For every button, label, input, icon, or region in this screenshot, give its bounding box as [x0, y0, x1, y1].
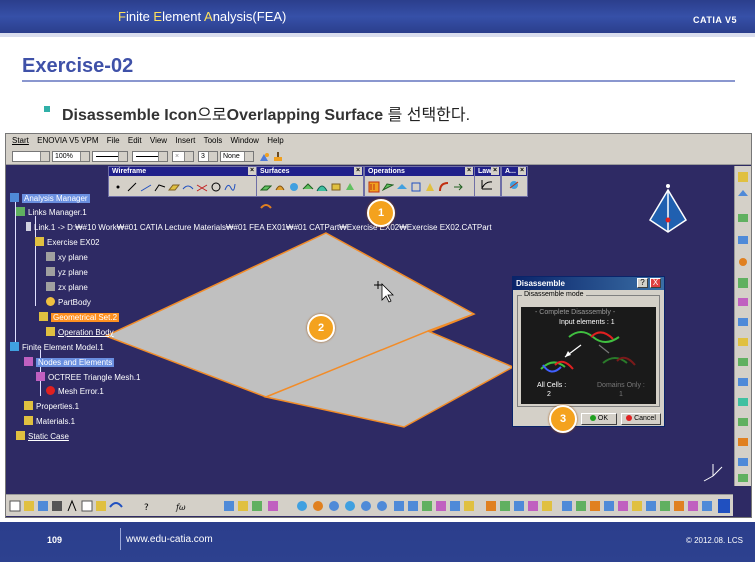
mesh-icon [36, 372, 45, 381]
title-cap-f: F [118, 9, 126, 24]
disassemble-illustration [540, 331, 636, 373]
tree-item-partbody[interactable]: PartBody [46, 297, 91, 308]
brand-label: CATIA V5 [692, 15, 737, 25]
tree-item-static-case[interactable]: Static Case [16, 431, 69, 442]
header-title: Finite Element Analysis(FEA) [118, 9, 286, 24]
instr-bold-2: Overlapping Surface [226, 107, 384, 124]
title-rest-f: inite [125, 9, 154, 24]
right-toolbar-icons [738, 172, 748, 482]
tree-item-fem[interactable]: Finite Element Model.1 [10, 342, 104, 353]
title-cap-e: E [153, 9, 163, 24]
bottom-toolbar-icons: ? fω [9, 499, 730, 513]
callout-1: 1 [367, 199, 395, 227]
header-bar [0, 0, 755, 33]
cancel-button[interactable]: Cancel [621, 413, 661, 425]
title-cap-a: A [204, 9, 213, 24]
geometrical-set-icon [39, 312, 48, 321]
tree-item-links-manager[interactable]: Links Manager.1 [16, 207, 87, 218]
website-link[interactable]: www.edu-catia.com [126, 534, 213, 545]
right-toolbar [734, 166, 751, 486]
mode-group-label: Disassemble mode [522, 291, 586, 298]
tree-item-yz-plane[interactable]: yz plane [46, 267, 88, 278]
error-icon [46, 386, 55, 395]
nodes-icon [24, 357, 33, 366]
all-cells-value: 2 [547, 391, 551, 398]
gear-icon [46, 297, 55, 306]
fem-icon [10, 342, 19, 351]
tree-item-analysis-manager[interactable]: Analysis Manager [10, 193, 90, 204]
copyright-text: © 2012.08. LCS [685, 536, 743, 545]
title-rest-a: nalysis(FEA) [212, 9, 287, 24]
bottom-toolbar: ? fω [6, 494, 733, 516]
materials-icon [24, 416, 33, 425]
instr-text-2: 를 선택한다. [383, 107, 471, 124]
cancel-icon [626, 415, 633, 422]
mode-preview[interactable]: - Complete Disassembly - Input elements … [521, 307, 656, 404]
ok-button[interactable]: OK [581, 413, 617, 425]
tree-item-materials[interactable]: Materials.1 [24, 416, 75, 427]
slide-heading: Exercise-02 [22, 55, 134, 77]
disassemble-dialog: Disassemble ? X Disassemble mode - Compl… [512, 276, 665, 427]
analysis-manager-icon [10, 193, 19, 202]
svg-text:?: ? [144, 503, 149, 513]
plane-tree-icon [46, 267, 55, 276]
tree-item-nodes[interactable]: Nodes and Elements [24, 357, 115, 368]
all-cells-label: All Cells : [537, 382, 567, 389]
properties-icon [24, 401, 33, 410]
instruction-text: Disassemble Icon으로Overlapping Surface 를 … [62, 101, 470, 125]
callout-2: 2 [307, 314, 335, 342]
tree-line [15, 198, 16, 350]
footer-divider [120, 528, 121, 550]
instr-text-1: 으로 [197, 107, 227, 124]
tree-item-properties[interactable]: Properties.1 [24, 401, 79, 412]
close-button[interactable]: X [650, 278, 661, 288]
page-number: 109 [47, 535, 63, 545]
instr-bold-1: Disassemble Icon [62, 107, 198, 124]
heading-underline [22, 80, 735, 82]
tree-item-geometrical-set[interactable]: Geometrical Set.2 [39, 312, 120, 323]
svg-text:fω: fω [175, 503, 186, 512]
plane-tree-icon [46, 282, 55, 291]
plane-tree-icon [46, 252, 55, 261]
axis-triad-icon [703, 464, 723, 482]
link-icon [26, 222, 31, 231]
callout-3: 3 [549, 405, 577, 433]
operation-body-icon [46, 327, 55, 336]
tree-item-link[interactable]: Link.1 -> D:₩#10 Work₩#01 CATIA Lecture … [26, 222, 492, 233]
domains-only-value: 1 [619, 391, 623, 398]
tree-item-mesh-error[interactable]: Mesh Error.1 [46, 386, 104, 397]
footer-bar [0, 522, 755, 562]
tree-item-zx-plane[interactable]: zx plane [46, 282, 88, 293]
header-strip [0, 33, 755, 37]
links-icon [16, 207, 25, 216]
help-button[interactable]: ? [637, 278, 648, 288]
catia-window: Start ENOVIA V5 VPM File Edit View Inser… [5, 133, 752, 518]
ok-icon [589, 415, 596, 422]
tree-item-octree[interactable]: OCTREE Triangle Mesh.1 [36, 372, 140, 383]
tree-item-exercise[interactable]: Exercise EX02 [35, 237, 99, 248]
static-case-icon [16, 431, 25, 440]
bullet-icon [44, 106, 50, 112]
tree-item-xy-plane[interactable]: xy plane [46, 252, 88, 263]
title-rest-e: lement [162, 9, 205, 24]
part-icon [35, 237, 44, 246]
domains-only-label: Domains Only : [597, 382, 645, 389]
slide: Finite Element Analysis(FEA) CATIA V5 Ex… [0, 0, 755, 562]
tree-item-operation-body[interactable]: Operation Body [46, 327, 114, 338]
